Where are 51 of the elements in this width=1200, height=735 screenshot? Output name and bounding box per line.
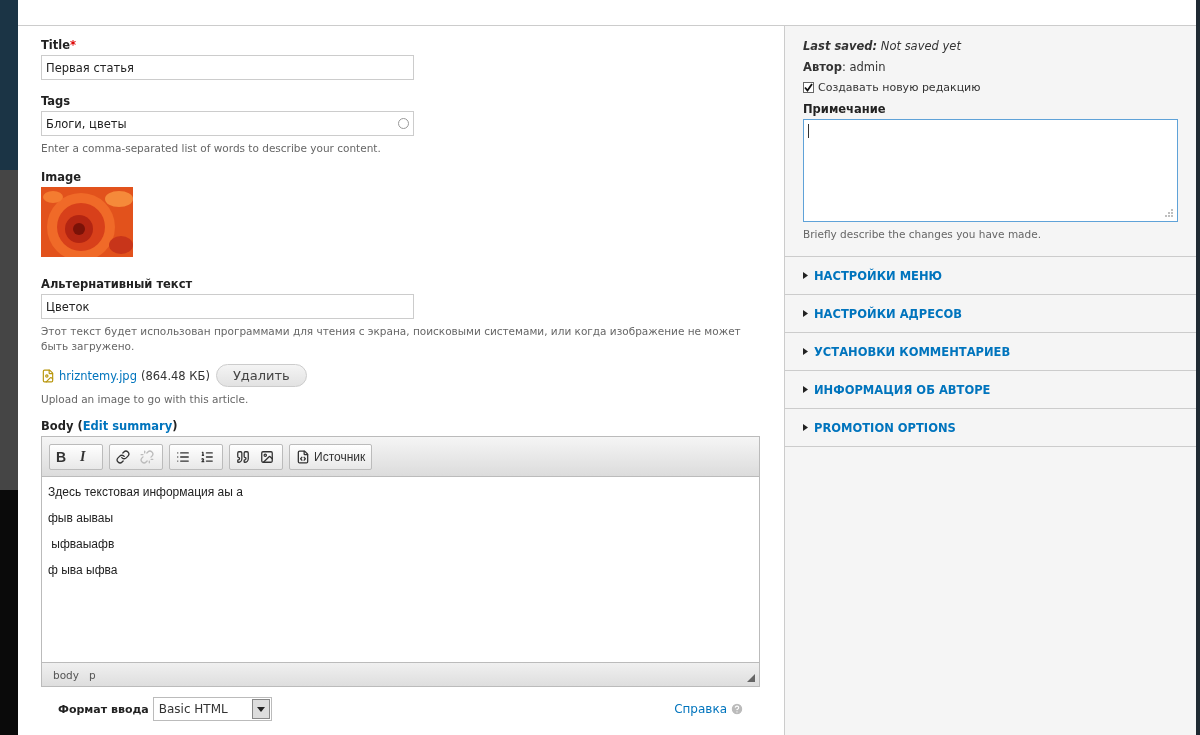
paragraph: ыфваыафв: [50, 537, 116, 551]
file-link[interactable]: hrizntemy.jpg: [59, 368, 137, 383]
paren: ): [172, 419, 178, 433]
tags-field[interactable]: Блоги, цветы: [41, 111, 414, 136]
note-description: Briefly describe the changes you have made.: [803, 227, 1042, 242]
italic-button[interactable]: I: [77, 445, 99, 468]
tags-label: Tags: [41, 94, 71, 108]
last-saved-label: Last saved:: [803, 39, 878, 53]
title-label: Title*: [41, 38, 77, 52]
paragraph: Здесь текстовая информация аы а: [48, 485, 244, 499]
resize-grip-icon[interactable]: [1165, 209, 1173, 217]
image-label: Image: [41, 170, 82, 184]
image-icon: [260, 449, 274, 464]
remove-button[interactable]: Удалить: [215, 364, 307, 387]
revision-label: Создавать новую редакцию: [818, 81, 981, 94]
path-item[interactable]: p: [88, 668, 96, 681]
paragraph: ф ыва ыфва: [48, 563, 119, 577]
bold-button[interactable]: B: [53, 445, 75, 468]
title-field[interactable]: Первая статья: [41, 55, 414, 80]
last-saved-value: Not saved yet: [880, 39, 961, 53]
resize-grip-icon[interactable]: [747, 674, 755, 682]
help-link[interactable]: Справка: [674, 702, 727, 716]
alt-text-description: Этот текст будет использован программами для чтения с экрана, поисковыми системами, или когда изображение не может быть загружено.: [41, 324, 742, 354]
editor-content[interactable]: Здесь текстовая информация аы а фыв аываы ыфваыафв ф ыва ыфва: [42, 477, 759, 662]
author-value: : admin: [842, 60, 886, 74]
revision-checkbox[interactable]: [803, 82, 814, 93]
format-label: Формат ввода: [58, 702, 149, 716]
format-select[interactable]: Basic HTML: [152, 697, 272, 721]
quote-icon: [236, 449, 250, 464]
link-icon: [116, 449, 130, 464]
image-description: Upload an image to go with this article.: [41, 392, 249, 407]
file-size: (864.48 КБ): [140, 368, 210, 383]
document-icon: [296, 449, 310, 464]
bulleted-list-icon: [176, 449, 190, 464]
image-file-icon: [41, 368, 55, 383]
help-icon: [730, 702, 744, 716]
note-label: Примечание: [803, 102, 887, 116]
paragraph: фыв аываы: [48, 511, 115, 525]
paren: (: [77, 419, 83, 433]
alt-text-field[interactable]: Цветок: [41, 294, 414, 319]
path-item[interactable]: body: [53, 668, 79, 681]
body-label: Body: [41, 419, 74, 433]
alt-text-label: Альтернативный текст: [41, 277, 193, 291]
tags-description: Enter a comma-separated list of words to describe your content.: [41, 141, 381, 156]
source-button[interactable]: Источник: [293, 445, 369, 468]
edit-summary-link[interactable]: Edit summary: [82, 419, 173, 433]
author-label: Автор: [803, 60, 842, 74]
note-field[interactable]: [803, 119, 1178, 222]
numbered-list-icon: [200, 449, 214, 464]
dropdown-icon: [256, 706, 265, 712]
unlink-icon: [140, 449, 154, 464]
